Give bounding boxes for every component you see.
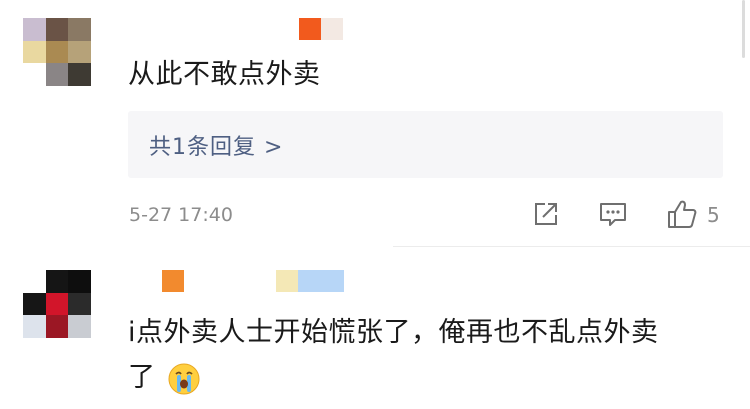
timestamp: 5-27 17:40 xyxy=(129,204,233,226)
comment-text-line2: 了 xyxy=(128,360,201,396)
username[interactable] xyxy=(162,270,184,292)
username-badge xyxy=(276,270,344,292)
divider xyxy=(393,246,750,247)
comment-text: 从此不敢点外卖 xyxy=(128,59,321,90)
comment-icon[interactable] xyxy=(598,200,628,228)
share-icon[interactable] xyxy=(532,200,560,228)
thumbs-up-icon[interactable] xyxy=(666,198,698,230)
username[interactable] xyxy=(299,18,343,40)
scrollbar[interactable] xyxy=(742,0,745,58)
reply-box[interactable]: 共1条回复 > xyxy=(128,111,723,178)
crying-face-icon xyxy=(168,363,200,394)
view-replies-link[interactable]: 共1条回复 > xyxy=(149,129,283,161)
like-count: 5 xyxy=(707,203,720,227)
avatar[interactable] xyxy=(23,270,91,338)
comment-text-line1: i点外卖人士开始慌张了，俺再也不乱点外卖 xyxy=(128,317,659,348)
comment-text-end: 了 xyxy=(128,362,156,393)
avatar[interactable] xyxy=(23,18,91,86)
